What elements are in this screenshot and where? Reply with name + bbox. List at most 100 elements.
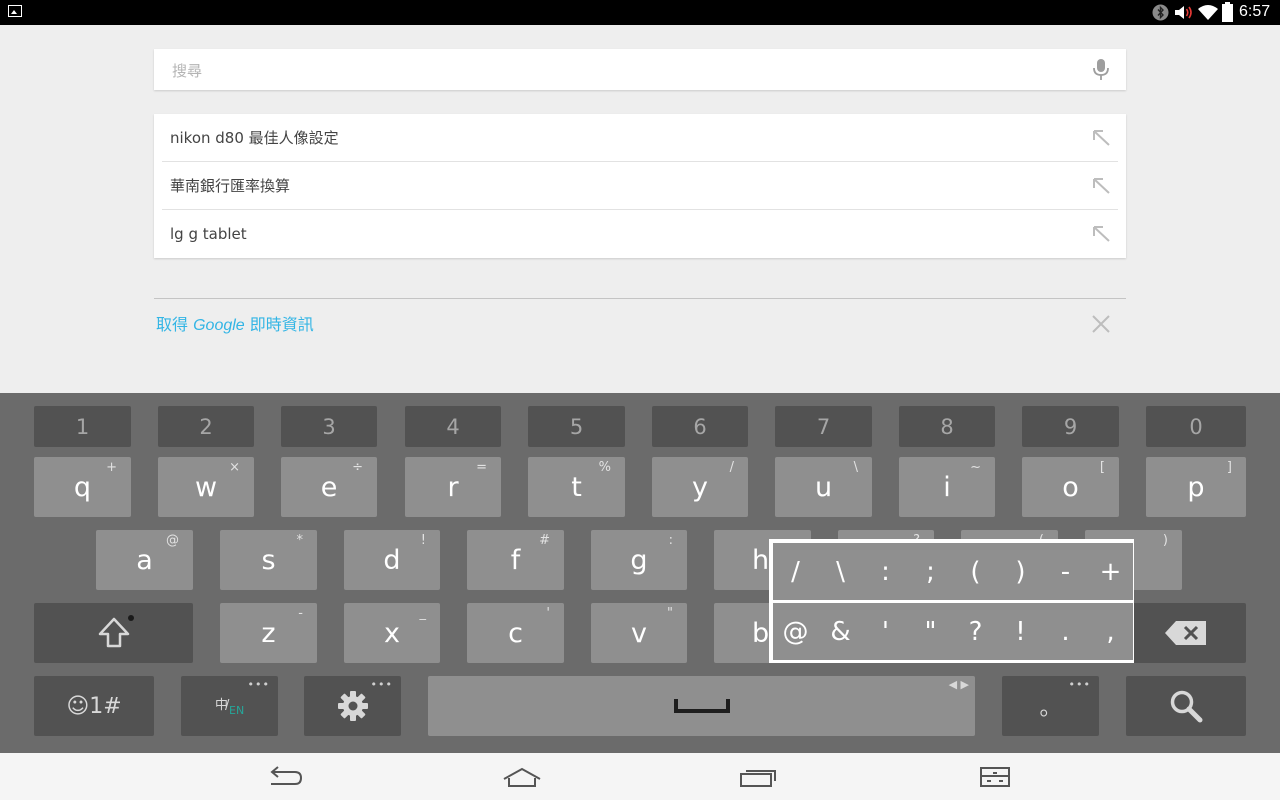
period-key[interactable]: ••• 。 bbox=[1002, 676, 1099, 736]
key-o[interactable]: o[ bbox=[1022, 457, 1119, 517]
suggestion-text: lg g tablet bbox=[170, 225, 247, 243]
space-key[interactable]: ◀ ▶ bbox=[428, 676, 975, 736]
arrow-up-left-icon[interactable] bbox=[1092, 177, 1112, 195]
google-now-link[interactable]: 取得 Google 即時資訊 bbox=[156, 312, 314, 338]
popup-key[interactable]: - bbox=[1043, 543, 1088, 600]
key-5[interactable]: 5 bbox=[528, 406, 625, 447]
arrow-up-left-icon[interactable] bbox=[1092, 129, 1112, 147]
popup-key[interactable]: " bbox=[908, 603, 953, 660]
search-key[interactable] bbox=[1126, 676, 1246, 736]
popup-key[interactable]: / bbox=[773, 543, 818, 600]
search-icon bbox=[1170, 690, 1203, 723]
key-label: x bbox=[384, 617, 400, 649]
key-8[interactable]: 8 bbox=[899, 406, 995, 447]
key-alt-label: ] bbox=[1226, 460, 1232, 475]
key-6[interactable]: 6 bbox=[652, 406, 748, 447]
settings-key[interactable]: ••• bbox=[304, 676, 401, 736]
key-1[interactable]: 1 bbox=[34, 406, 131, 447]
key-alt-label: + bbox=[106, 460, 117, 475]
key-label: s bbox=[261, 544, 276, 576]
home-icon[interactable] bbox=[500, 763, 544, 791]
key-label: o bbox=[1062, 471, 1079, 503]
key-7[interactable]: 7 bbox=[775, 406, 872, 447]
key-alt-label: # bbox=[539, 533, 550, 548]
suggestion-item[interactable]: 華南銀行匯率換算 bbox=[154, 162, 1126, 210]
key-r[interactable]: r = bbox=[405, 457, 501, 517]
key-v[interactable]: v " bbox=[591, 603, 687, 663]
popup-key[interactable]: ( bbox=[953, 543, 998, 600]
status-time: 6:57 bbox=[1239, 3, 1271, 20]
key-4[interactable]: 4 bbox=[405, 406, 501, 447]
keyboard-switch-icon[interactable] bbox=[973, 763, 1017, 791]
key-label: e bbox=[320, 471, 338, 503]
key-label: u bbox=[814, 471, 833, 503]
key-alt-label: : bbox=[668, 533, 673, 548]
google-now-suffix: 即時資訊 bbox=[244, 315, 314, 334]
key-label: y bbox=[692, 471, 708, 503]
key-label: i bbox=[943, 471, 951, 503]
suggestion-list: nikon d80 最佳人像設定 華南銀行匯率換算 lg g tablet bbox=[154, 114, 1126, 258]
key-u[interactable]: u \ bbox=[775, 457, 872, 517]
symbol-popup: / \ : ; ( ) - + @ & ' " ? ! . , bbox=[769, 539, 1134, 663]
navigation-bar bbox=[0, 753, 1280, 800]
shift-key[interactable] bbox=[34, 603, 193, 663]
popup-key[interactable]: ? bbox=[953, 603, 998, 660]
microphone-icon[interactable] bbox=[1092, 58, 1110, 82]
key-a[interactable]: a @ bbox=[96, 530, 193, 590]
key-c[interactable]: c ' bbox=[467, 603, 564, 663]
key-x[interactable]: x _ bbox=[344, 603, 440, 663]
key-label: v bbox=[631, 617, 647, 649]
close-icon[interactable] bbox=[1091, 314, 1111, 334]
key-q[interactable]: q + bbox=[34, 457, 131, 517]
key-i[interactable]: i ~ bbox=[899, 457, 995, 517]
key-w[interactable]: w × bbox=[158, 457, 254, 517]
key-t[interactable]: t% bbox=[528, 457, 625, 517]
key-label: g bbox=[630, 544, 648, 576]
popup-key[interactable]: ) bbox=[998, 543, 1043, 600]
back-icon[interactable] bbox=[263, 763, 307, 791]
key-s[interactable]: s * bbox=[220, 530, 317, 590]
popup-key[interactable]: ! bbox=[998, 603, 1043, 660]
popup-key[interactable]: : bbox=[863, 543, 908, 600]
key-label: f bbox=[510, 544, 521, 576]
key-label: p bbox=[1187, 471, 1205, 503]
key-label: t bbox=[571, 471, 582, 503]
key-p[interactable]: p] bbox=[1146, 457, 1246, 517]
popup-key[interactable]: , bbox=[1088, 603, 1133, 660]
emoji-symbols-key[interactable]: ☺1# bbox=[34, 676, 154, 736]
key-2[interactable]: 2 bbox=[158, 406, 254, 447]
suggestion-item[interactable]: lg g tablet bbox=[154, 210, 1126, 258]
popup-key[interactable]: + bbox=[1088, 543, 1133, 600]
popup-key[interactable]: @ bbox=[773, 603, 818, 660]
popup-key[interactable]: ; bbox=[908, 543, 953, 600]
wifi-icon bbox=[1198, 5, 1218, 20]
popup-key[interactable]: & bbox=[818, 603, 863, 660]
divider bbox=[154, 298, 1126, 299]
key-y[interactable]: y / bbox=[652, 457, 748, 517]
google-now-prefix: 取得 bbox=[156, 315, 194, 334]
popup-key[interactable]: \ bbox=[818, 543, 863, 600]
key-label: q bbox=[73, 471, 92, 503]
recent-apps-icon[interactable] bbox=[737, 763, 781, 791]
key-e[interactable]: e ÷ bbox=[281, 457, 377, 517]
popup-key[interactable]: ' bbox=[863, 603, 908, 660]
key-d[interactable]: d! bbox=[344, 530, 440, 590]
key-z[interactable]: z- bbox=[220, 603, 317, 663]
language-switch-key[interactable]: ••• 中 / EN bbox=[181, 676, 278, 736]
key-g[interactable]: g: bbox=[591, 530, 687, 590]
search-input[interactable] bbox=[170, 49, 1074, 92]
key-label: c bbox=[508, 617, 523, 649]
search-box[interactable] bbox=[154, 49, 1126, 92]
popup-key[interactable]: . bbox=[1043, 603, 1088, 660]
key-alt-label: [ bbox=[1099, 460, 1105, 475]
key-0[interactable]: 0 bbox=[1146, 406, 1246, 447]
key-alt-label: @ bbox=[166, 533, 179, 548]
battery-cap bbox=[1225, 2, 1230, 5]
key-f[interactable]: f # bbox=[467, 530, 564, 590]
arrow-up-left-icon[interactable] bbox=[1092, 225, 1112, 243]
status-bar: 6:57 bbox=[0, 0, 1280, 25]
suggestion-item[interactable]: nikon d80 最佳人像設定 bbox=[154, 114, 1126, 162]
key-9[interactable]: 9 bbox=[1022, 406, 1119, 447]
backspace-key[interactable] bbox=[1126, 603, 1246, 663]
key-3[interactable]: 3 bbox=[281, 406, 377, 447]
